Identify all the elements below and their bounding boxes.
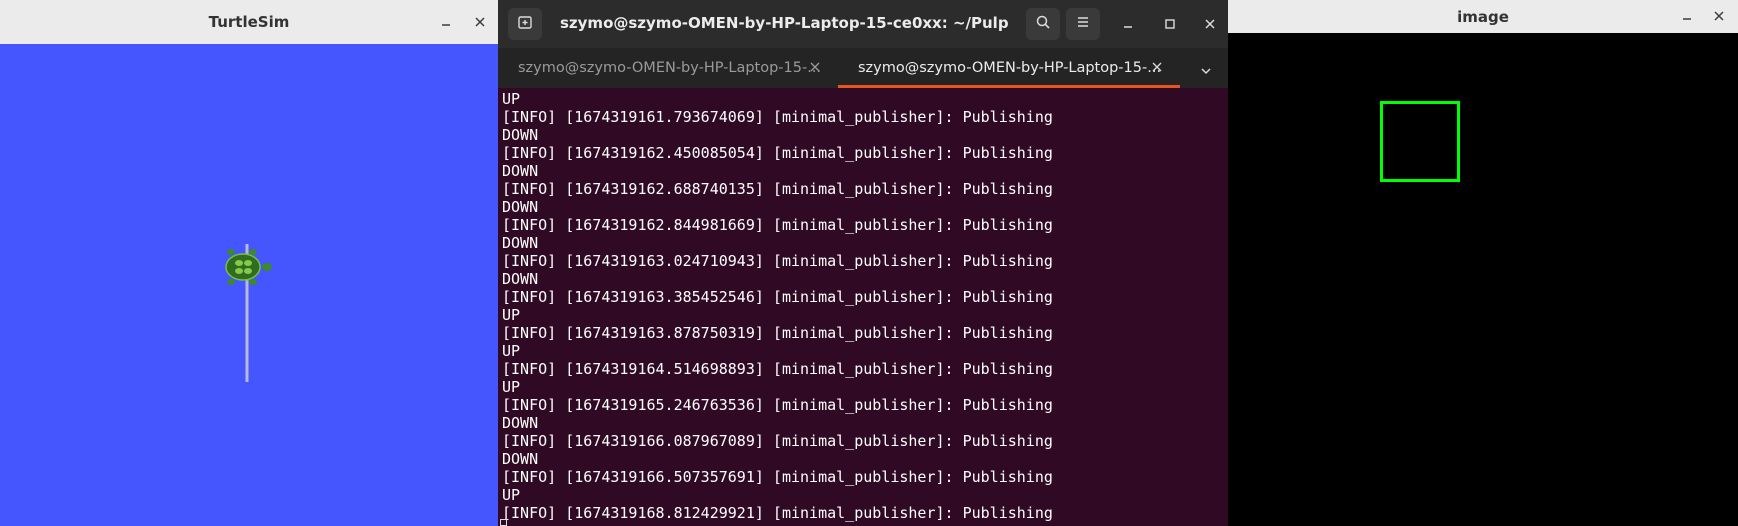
turtlesim-window: TurtleSim <box>0 0 498 526</box>
terminal-tab-2[interactable]: szymo@szymo-OMEN-by-HP-Laptop-15-... <box>838 48 1180 88</box>
terminal-line: UP <box>502 378 521 396</box>
close-icon[interactable] <box>1708 5 1730 27</box>
search-icon <box>1035 14 1051 34</box>
turtlesim-titlebar[interactable]: TurtleSim <box>0 0 498 44</box>
turtle-icon <box>225 249 272 285</box>
terminal-line: UP <box>502 342 521 360</box>
terminal-line: [INFO] [1674319162.450085054] [minimal_p… <box>502 144 1053 162</box>
image-titlebar[interactable]: image <box>1228 0 1738 33</box>
terminal-line: DOWN <box>502 234 539 252</box>
menu-button[interactable] <box>1066 8 1100 40</box>
close-icon[interactable] <box>1152 60 1162 76</box>
turtle-drawing <box>225 244 272 382</box>
new-tab-button[interactable] <box>508 8 542 40</box>
terminal-window: szymo@szymo-OMEN-by-HP-Laptop-15-ce0xx: … <box>498 0 1228 526</box>
close-icon[interactable] <box>1198 12 1222 36</box>
terminal-cursor <box>500 519 507 526</box>
terminal-line: [INFO] [1674319165.246763536] [minimal_p… <box>502 396 1053 414</box>
tab-label: szymo@szymo-OMEN-by-HP-Laptop-15-... <box>518 60 822 76</box>
tab-label: szymo@szymo-OMEN-by-HP-Laptop-15-... <box>858 60 1162 76</box>
terminal-line: [INFO] [1674319162.844981669] [minimal_p… <box>502 216 1053 234</box>
terminal-line: [INFO] [1674319166.507357691] [minimal_p… <box>502 468 1053 486</box>
image-canvas <box>1228 33 1738 526</box>
close-icon[interactable] <box>810 60 820 76</box>
terminal-line: DOWN <box>502 414 539 432</box>
minimize-icon[interactable] <box>435 11 457 33</box>
terminal-line: DOWN <box>502 162 539 180</box>
detected-square <box>1380 101 1460 182</box>
new-tab-icon <box>517 14 533 34</box>
hamburger-menu-icon <box>1075 14 1091 34</box>
terminal-line: [INFO] [1674319161.793674069] [minimal_p… <box>502 108 1053 126</box>
terminal-line: DOWN <box>502 126 539 144</box>
terminal-line: [INFO] [1674319162.688740135] [minimal_p… <box>502 180 1053 198</box>
turtlesim-canvas <box>0 44 498 526</box>
terminal-line: UP <box>502 90 521 108</box>
turtlesim-title: TurtleSim <box>208 13 290 31</box>
terminal-line: [INFO] [1674319163.385452546] [minimal_p… <box>502 288 1053 306</box>
image-window: image <box>1228 0 1738 526</box>
terminal-line: [INFO] [1674319164.514698893] [minimal_p… <box>502 360 1053 378</box>
terminal-line: [INFO] [1674319163.878750319] [minimal_p… <box>502 324 1053 342</box>
terminal-tab-1[interactable]: szymo@szymo-OMEN-by-HP-Laptop-15-... <box>498 48 838 88</box>
terminal-tab-bar: szymo@szymo-OMEN-by-HP-Laptop-15-... szy… <box>498 48 1228 88</box>
terminal-line: [INFO] [1674319168.812429921] [minimal_p… <box>502 504 1053 522</box>
minimize-icon[interactable] <box>1116 12 1140 36</box>
terminal-output[interactable]: UP [INFO] [1674319161.793674069] [minima… <box>498 88 1228 526</box>
terminal-line: DOWN <box>502 450 539 468</box>
search-button[interactable] <box>1026 8 1060 40</box>
terminal-line: UP <box>502 306 521 324</box>
terminal-line: UP <box>502 486 521 504</box>
terminal-line: [INFO] [1674319166.087967089] [minimal_p… <box>502 432 1053 450</box>
terminal-line: DOWN <box>502 270 539 288</box>
terminal-line: [INFO] [1674319163.024710943] [minimal_p… <box>502 252 1053 270</box>
chevron-down-icon[interactable] <box>1200 62 1212 81</box>
image-title: image <box>1457 7 1509 26</box>
close-icon[interactable] <box>469 11 491 33</box>
maximize-icon[interactable] <box>1158 12 1182 36</box>
minimize-icon[interactable] <box>1676 5 1698 27</box>
terminal-title: szymo@szymo-OMEN-by-HP-Laptop-15-ce0xx: … <box>560 14 1008 32</box>
terminal-line: DOWN <box>502 198 539 216</box>
terminal-headerbar[interactable]: szymo@szymo-OMEN-by-HP-Laptop-15-ce0xx: … <box>498 0 1228 48</box>
